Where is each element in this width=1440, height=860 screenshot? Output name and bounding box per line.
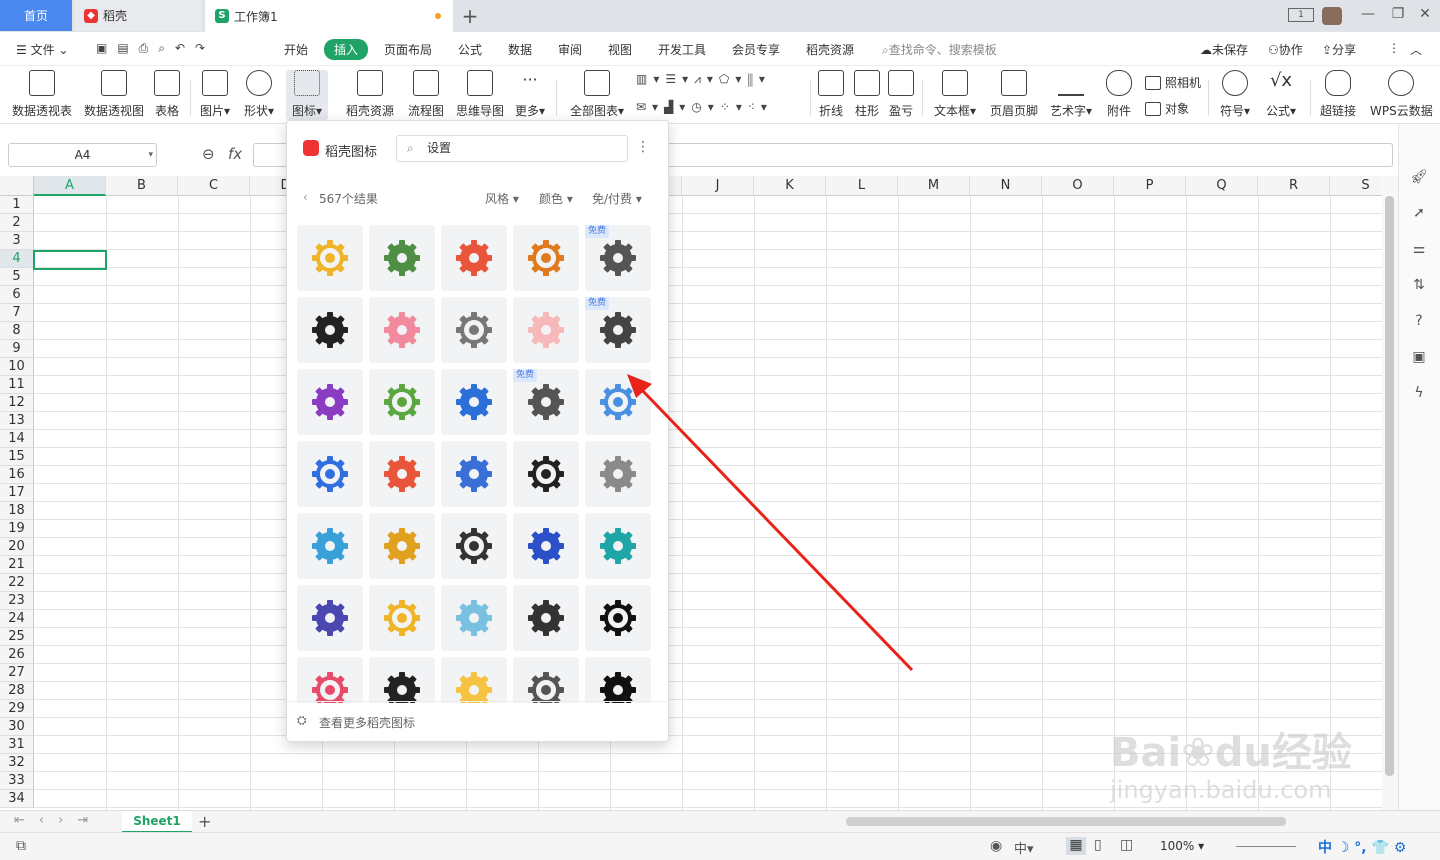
watermark-url: jingyan.baidu.com [1110, 776, 1332, 804]
arrow-shaft [638, 386, 914, 672]
baidu-watermark-logo: Bai❀du经验 [1110, 730, 1352, 776]
